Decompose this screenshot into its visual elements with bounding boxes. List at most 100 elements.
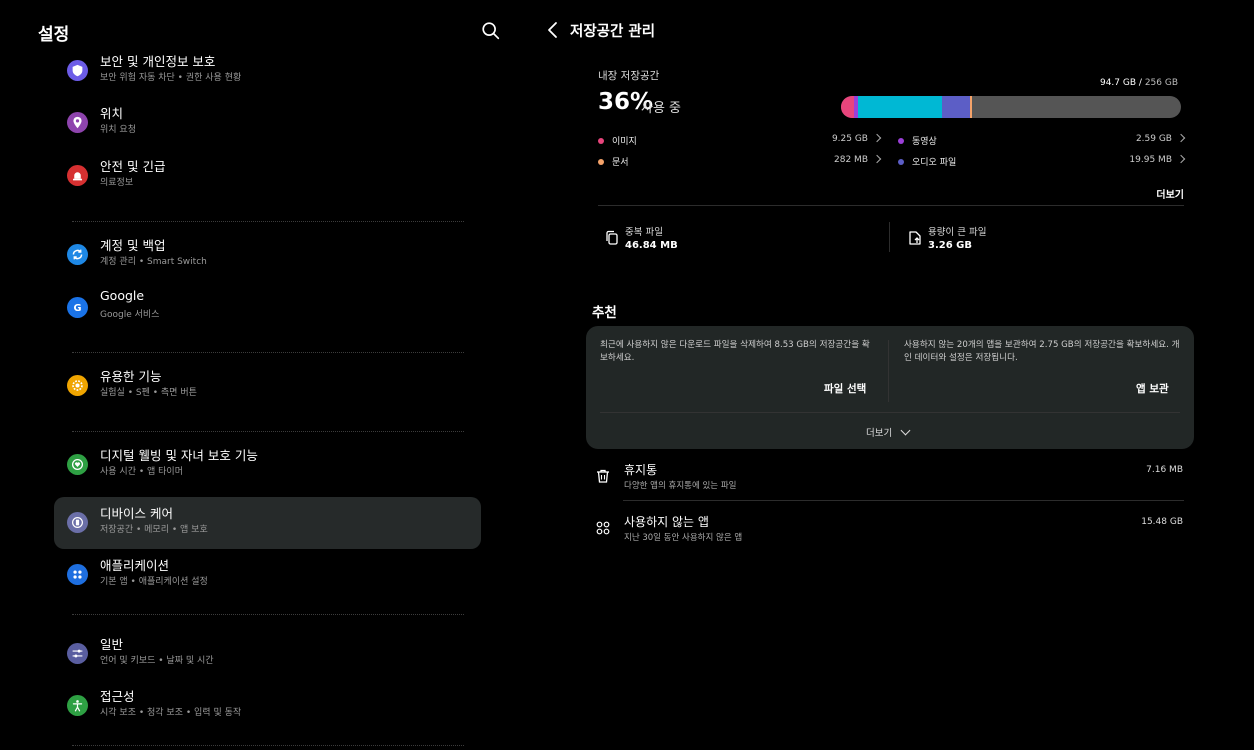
storage-bar-segment [941, 96, 970, 118]
accessibility-icon [67, 695, 88, 716]
storage-category[interactable]: 문서 [598, 155, 629, 168]
divider [889, 222, 890, 252]
category-size-value: 19.95 MB [1129, 155, 1172, 165]
search-icon[interactable] [480, 20, 502, 42]
svg-text:G: G [73, 303, 81, 314]
storage-bar-segment [841, 96, 854, 118]
trash-sub: 다양한 앱의 휴지통에 있는 파일 [624, 481, 737, 491]
settings-item[interactable]: 유용한 기능실험실 • S펜 • 측면 버튼 [54, 360, 481, 412]
divider [72, 221, 464, 222]
category-name: 동영상 [912, 137, 937, 147]
sync-icon [67, 244, 88, 265]
category-dot [598, 137, 604, 144]
unused-apps-sub: 지난 30일 동안 사용하지 않은 앱 [624, 533, 743, 543]
archive-apps-button[interactable]: 앱 보관 [1136, 381, 1169, 396]
divider [888, 340, 889, 402]
used-suffix: 사용 중 [641, 101, 682, 116]
large-file-icon [909, 231, 921, 245]
settings-item-label: 디바이스 케어 [100, 506, 173, 521]
settings-item[interactable]: 일반언어 및 키보드 • 날짜 및 시간 [54, 628, 481, 680]
capacity-text: 94.7 GB / 256 GB [1100, 78, 1178, 88]
divider [72, 745, 464, 746]
settings-item-sub: 의료정보 [100, 178, 134, 188]
settings-item-sub: 사용 시간 • 앱 타이머 [100, 467, 183, 477]
settings-item-label: 일반 [100, 637, 124, 652]
settings-item[interactable]: 접근성시각 보조 • 청각 보조 • 입력 및 동작 [54, 680, 481, 732]
large-files-label: 용량이 큰 파일 [928, 227, 987, 238]
duplicate-files-size: 46.84 MB [625, 240, 678, 251]
chevron-right-icon [1176, 133, 1186, 143]
select-files-button[interactable]: 파일 선택 [824, 381, 866, 396]
chevron-right-icon [872, 133, 882, 143]
settings-item-sub: 실험실 • S펜 • 측면 버튼 [100, 388, 197, 398]
settings-item-sub: 위치 요청 [100, 125, 136, 135]
category-size-value: 282 MB [834, 155, 868, 165]
category-name: 이미지 [612, 137, 637, 147]
settings-item[interactable]: 보안 및 개인정보 보호 보안 위험 자동 차단 • 권한 사용 현황 [54, 45, 481, 97]
page-title: 설정 [38, 25, 70, 45]
storage-panel: 저장공간 관리 내장 저장공간 36% 사용 중 94.7 GB / 256 G… [520, 0, 1254, 750]
internal-storage-label: 내장 저장공간 [598, 70, 660, 82]
more-button[interactable]: 더보기 [1156, 186, 1184, 201]
category-size[interactable]: 19.95 MB [1129, 154, 1186, 165]
divider [72, 431, 464, 432]
category-size[interactable]: 282 MB [834, 154, 882, 165]
storage-category[interactable]: 이미지 [598, 134, 637, 147]
recommend-more-label: 더보기 [866, 428, 893, 439]
divider [600, 412, 1180, 413]
settings-item[interactable]: 위치 위치 요청 [54, 97, 481, 149]
storage-usage-bar [841, 96, 1181, 118]
settings-item-label: 접근성 [100, 689, 135, 704]
apps-grid-icon [67, 564, 88, 585]
recommend-downloads-text: 최근에 사용하지 않은 다운로드 파일을 삭제하여 8.53 GB의 저장공간을… [600, 340, 870, 363]
recommend-card: 최근에 사용하지 않은 다운로드 파일을 삭제하여 8.53 GB의 저장공간을… [586, 326, 1194, 449]
unused-apps-size: 15.48 GB [1141, 517, 1183, 527]
storage-category[interactable]: 동영상 [898, 134, 937, 147]
settings-item-sub: 시각 보조 • 청각 보조 • 입력 및 동작 [100, 708, 242, 718]
chevron-right-icon [872, 154, 882, 164]
settings-item[interactable]: 계정 및 백업 계정 관리 • Smart Switch [54, 229, 481, 281]
capacity-total: 256 GB [1144, 78, 1178, 88]
recommend-more-button[interactable]: 더보기 [866, 425, 911, 439]
category-dot [898, 137, 904, 144]
divider [623, 500, 1184, 501]
recommend-title: 추천 [592, 305, 617, 321]
trash-label: 휴지통 [624, 463, 658, 477]
settings-item-sub: 언어 및 키보드 • 날짜 및 시간 [100, 656, 214, 666]
shield-icon [67, 60, 88, 81]
siren-icon [67, 165, 88, 186]
settings-item[interactable]: 디지털 웰빙 및 자녀 보호 기능사용 시간 • 앱 타이머 [54, 439, 481, 491]
settings-item[interactable]: 애플리케이션 기본 앱 • 애플리케이션 설정 [54, 549, 481, 601]
capacity-separator: / [1136, 78, 1145, 88]
settings-item-label: 유용한 기능 [100, 369, 162, 384]
duplicate-files-label: 중복 파일 [625, 227, 663, 238]
recommend-apps-text: 사용하지 않는 20개의 앱을 보관하여 2.75 GB의 저장공간을 확보하세… [904, 340, 1180, 363]
settings-item[interactable]: 디바이스 케어저장공간 • 메모리 • 앱 보호 [54, 497, 481, 549]
settings-item-label: 안전 및 긴급 [100, 159, 166, 174]
category-size[interactable]: 9.25 GB [832, 133, 882, 144]
category-dot [598, 158, 604, 165]
copy-files-icon [606, 230, 618, 245]
settings-item-sub: 저장공간 • 메모리 • 앱 보호 [100, 525, 208, 535]
chevron-down-icon [900, 425, 911, 435]
settings-item-label: 디지털 웰빙 및 자녀 보호 기능 [100, 448, 258, 463]
divider [72, 614, 464, 615]
settings-item-sub: 계정 관리 • Smart Switch [100, 257, 207, 267]
settings-item[interactable]: G Google Google 서비스 [54, 282, 481, 334]
settings-item[interactable]: 안전 및 긴급의료정보 [54, 150, 481, 202]
settings-item-label: Google [100, 288, 145, 303]
category-size[interactable]: 2.59 GB [1135, 133, 1186, 144]
category-dot [898, 158, 904, 165]
settings-item-label: 애플리케이션 [100, 558, 170, 573]
back-arrow-icon[interactable] [546, 20, 560, 40]
apps-grid-icon [596, 521, 610, 535]
heart-circle-icon [67, 454, 88, 475]
capacity-used: 94.7 GB [1099, 78, 1137, 88]
category-size-value: 2.59 GB [1135, 134, 1172, 144]
storage-bar-segment [969, 96, 972, 118]
sliders-icon [67, 643, 88, 664]
category-name: 문서 [612, 158, 629, 168]
google-icon: G [67, 297, 88, 318]
star-gear-icon [67, 375, 88, 396]
storage-category[interactable]: 오디오 파일 [898, 155, 956, 168]
